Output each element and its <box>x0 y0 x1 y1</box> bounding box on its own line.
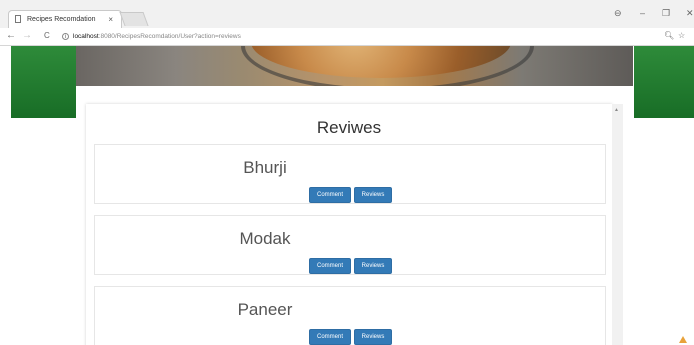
recipe-card: Modak Comment Reviews <box>94 215 606 275</box>
close-window-icon[interactable]: ✕ <box>686 8 694 19</box>
document-icon <box>15 15 21 23</box>
browser-tab-bar: Recipes Recomdation × ⊖ – ❐ ✕ <box>0 0 694 28</box>
url-host: localhost <box>73 33 99 40</box>
url-field[interactable]: i localhost:8080/RecipesRecomdation/User?… <box>62 31 662 43</box>
page-title: Reviwes <box>316 118 382 137</box>
right-green-block <box>634 46 694 118</box>
comment-button[interactable]: Comment <box>309 329 351 345</box>
reviews-panel: Reviwes Bhurji Comment Reviews Modak Com… <box>86 104 612 345</box>
recipe-name: Paneer <box>237 300 293 319</box>
recipe-card: Paneer Comment Reviews <box>94 286 606 345</box>
minimize-icon[interactable]: – <box>640 8 645 18</box>
left-green-block <box>11 46 76 118</box>
page-content: Reviwes Bhurji Comment Reviews Modak Com… <box>0 46 694 345</box>
recipe-name: Modak <box>239 229 291 248</box>
new-tab-button[interactable] <box>119 12 149 26</box>
reviews-button[interactable]: Reviews <box>354 258 392 274</box>
info-icon[interactable]: i <box>62 32 69 40</box>
forward-icon[interactable]: → <box>22 30 32 41</box>
comment-button[interactable]: Comment <box>309 258 351 274</box>
food-banner-image <box>76 46 633 86</box>
reviews-button[interactable]: Reviews <box>354 329 392 345</box>
recipe-card: Bhurji Comment Reviews <box>94 144 606 204</box>
recipe-name: Bhurji <box>243 158 287 177</box>
scroll-up-icon[interactable]: ▲ <box>614 107 619 113</box>
zoom-icon[interactable]: 🔍︎ <box>664 31 674 40</box>
warning-corner-icon <box>679 336 687 343</box>
back-icon[interactable]: ← <box>6 30 16 41</box>
reload-icon[interactable]: C <box>44 31 50 40</box>
panel-scrollbar[interactable]: ▲ <box>612 104 623 345</box>
reviews-button[interactable]: Reviews <box>354 187 392 203</box>
url-path: :8080/RecipesRecomdation/User?action=rev… <box>98 33 241 40</box>
restore-icon[interactable]: ❐ <box>662 8 670 19</box>
profile-icon[interactable]: ⊖ <box>614 8 622 19</box>
tab-title: Recipes Recomdation <box>27 16 96 23</box>
comment-button[interactable]: Comment <box>309 187 351 203</box>
browser-tab[interactable]: Recipes Recomdation × <box>8 10 122 28</box>
tab-close-icon[interactable]: × <box>108 11 113 28</box>
address-bar: ← → C i localhost:8080/RecipesRecomdation… <box>0 28 694 46</box>
bookmark-star-icon[interactable]: ☆ <box>678 31 685 40</box>
